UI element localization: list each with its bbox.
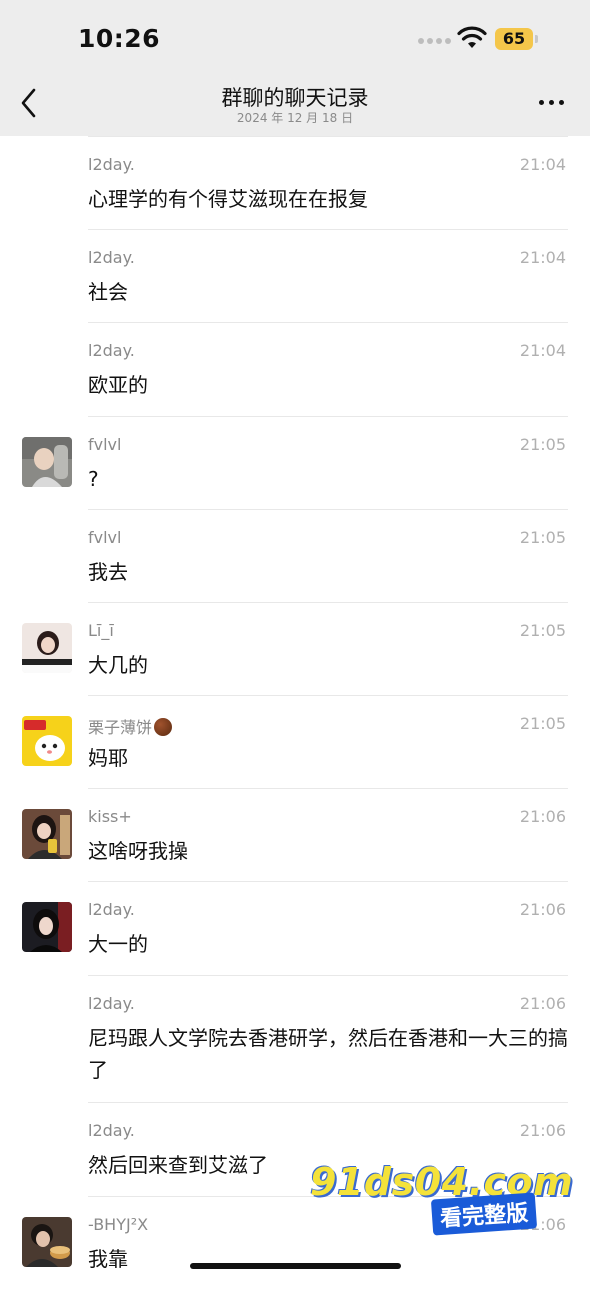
- sender-name: -BHYJ²X: [88, 1215, 149, 1234]
- message-text: 妈耶: [88, 746, 128, 770]
- boy-food-avatar[interactable]: [22, 1217, 72, 1267]
- message-text: 我靠: [88, 1247, 128, 1271]
- sender-name: l2day.: [88, 1121, 135, 1140]
- sender-name: l2day.: [88, 994, 135, 1013]
- girl-drink-avatar[interactable]: [22, 809, 72, 859]
- message-text: 社会: [88, 280, 128, 304]
- message-text: 我去: [88, 560, 128, 584]
- watermark-tag: 看完整版: [430, 1192, 538, 1236]
- message-time: 21:06: [519, 807, 566, 826]
- row-divider: [88, 602, 568, 603]
- sender-name: l2day.: [88, 248, 135, 267]
- message-time: 21:04: [519, 155, 566, 174]
- sender-name: kiss+: [88, 807, 132, 826]
- sender-name: 栗子薄饼: [88, 714, 173, 738]
- page-title: 群聊的聊天记录: [221, 86, 369, 110]
- sender-name: fvlvl: [88, 528, 122, 547]
- navigation-bar: 10:26 65 群聊的聊天记录 2024 年 12 月 18 日: [0, 0, 590, 136]
- message-time: 21:04: [519, 248, 566, 267]
- row-divider: [88, 1102, 568, 1103]
- message-text: 尼玛跟人文学院去香港研学，然后在香港和一大三的搞了: [88, 1026, 568, 1082]
- row-divider: [88, 416, 568, 417]
- chat-message-item[interactable]: fvlvl 21:05 ?: [0, 416, 590, 509]
- row-divider: [88, 695, 568, 696]
- chat-message-item[interactable]: l2day. 21:06 尼玛跟人文学院去香港研学，然后在香港和一大三的搞了: [0, 975, 590, 1102]
- chat-message-item[interactable]: kiss+ 21:06 这啥呀我操: [0, 788, 590, 881]
- message-text: 心理学的有个得艾滋现在在报复: [88, 187, 368, 211]
- sender-name: l2day.: [88, 900, 135, 919]
- message-text: 这啥呀我操: [88, 839, 188, 863]
- row-divider: [88, 509, 568, 510]
- girl-piano-avatar[interactable]: [22, 623, 72, 673]
- status-time: 10:26: [78, 24, 161, 53]
- message-time: 21:06: [519, 1121, 566, 1140]
- message-time: 21:06: [519, 900, 566, 919]
- sender-name: l2day.: [88, 155, 135, 174]
- message-time: 21:06: [519, 994, 566, 1013]
- cartoon-cat-avatar[interactable]: [22, 716, 72, 766]
- message-time: 21:05: [519, 435, 566, 454]
- back-arrow-icon[interactable]: [16, 86, 44, 120]
- chat-message-item[interactable]: Lī_ī 21:05 大几的: [0, 602, 590, 695]
- chat-message-item[interactable]: l2day. 21:04 社会: [0, 229, 590, 322]
- sender-name-text: 栗子薄饼: [88, 718, 153, 737]
- message-text: 大几的: [88, 653, 148, 677]
- message-time: 21:05: [519, 528, 566, 547]
- page-subtitle-date: 2024 年 12 月 18 日: [236, 111, 354, 125]
- chat-message-item[interactable]: l2day. 21:06 大一的: [0, 881, 590, 974]
- cellular-signal-icon: [418, 38, 452, 46]
- row-divider: [88, 229, 568, 230]
- watermark-overlay: 91ds04.com 看完整版: [310, 1160, 573, 1240]
- message-text: 大一的: [88, 932, 148, 956]
- sender-name: l2day.: [88, 341, 135, 360]
- child-avatar[interactable]: [22, 437, 72, 487]
- chat-message-item[interactable]: l2day. 21:04 欧亚的: [0, 322, 590, 415]
- wifi-icon: [457, 26, 487, 48]
- more-options-icon[interactable]: [538, 92, 566, 114]
- message-time: 21:04: [519, 341, 566, 360]
- row-divider: [88, 136, 568, 137]
- home-indicator[interactable]: [190, 1263, 401, 1269]
- chat-message-item[interactable]: l2day. 21:04 心理学的有个得艾滋现在在报复: [0, 136, 590, 229]
- girl-dark-avatar[interactable]: [22, 902, 72, 952]
- message-text: ?: [88, 467, 99, 491]
- row-divider: [88, 322, 568, 323]
- chat-message-item[interactable]: 栗子薄饼 21:05 妈耶: [0, 695, 590, 788]
- message-time: 21:05: [519, 621, 566, 640]
- chestnut-icon: [154, 718, 173, 736]
- message-time: 21:05: [519, 714, 566, 733]
- message-text: 欧亚的: [88, 373, 148, 397]
- row-divider: [88, 975, 568, 976]
- battery-level: 65: [502, 29, 526, 48]
- row-divider: [88, 788, 568, 789]
- battery-icon: 65: [495, 28, 533, 50]
- chat-message-item[interactable]: fvlvl 21:05 我去: [0, 509, 590, 602]
- sender-name: fvlvl: [88, 435, 122, 454]
- battery-tip: [535, 35, 538, 43]
- row-divider: [88, 881, 568, 882]
- sender-name: Lī_ī: [88, 621, 114, 640]
